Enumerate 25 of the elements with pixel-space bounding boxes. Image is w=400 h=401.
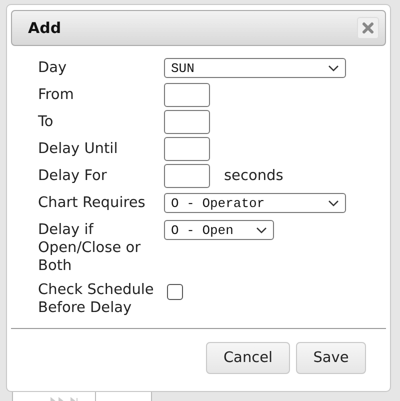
checkbox[interactable] <box>167 284 183 300</box>
unit-label: seconds <box>224 168 284 184</box>
chevron-down-icon <box>328 200 339 206</box>
dropdown-field[interactable]: SUN <box>164 58 346 78</box>
field-label: Delay For <box>38 167 108 186</box>
input-field[interactable] <box>164 137 210 161</box>
field-label: Chart Requires <box>38 194 146 213</box>
field-label: To <box>38 113 54 132</box>
input-field[interactable] <box>164 83 210 107</box>
field-label: Check Schedule Before Delay <box>38 281 155 317</box>
close-button[interactable] <box>357 17 379 39</box>
dropdown-field[interactable]: O - Open <box>164 220 274 240</box>
close-icon <box>362 22 374 34</box>
input-field[interactable] <box>164 110 210 134</box>
dropdown-field[interactable]: O - Operator <box>164 193 346 213</box>
chevron-down-icon <box>328 64 339 72</box>
field-label: From <box>38 86 75 105</box>
cancel-button[interactable]: Cancel <box>206 342 290 374</box>
input-field[interactable] <box>164 164 210 188</box>
chevron-down-icon <box>256 226 267 234</box>
dialog-title: Add <box>28 19 62 37</box>
field-label: Delay Until <box>38 140 119 159</box>
save-button[interactable]: Save <box>296 342 366 374</box>
field-label: Day <box>38 59 68 78</box>
field-label: Delay if Open/Close or Both <box>38 221 142 275</box>
